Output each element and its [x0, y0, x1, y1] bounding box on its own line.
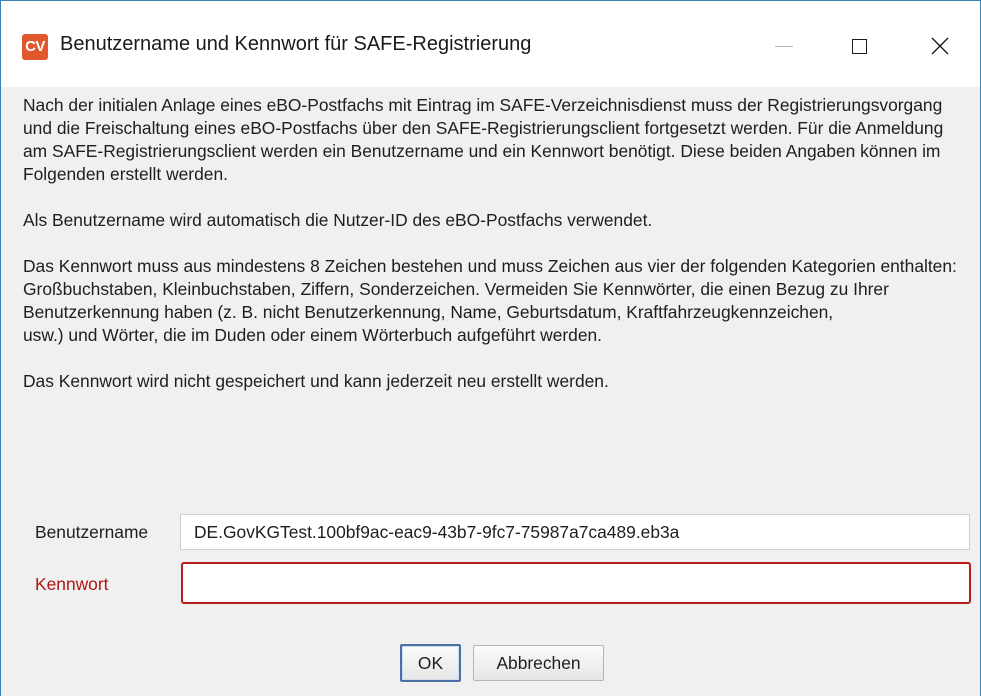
close-button[interactable]: [917, 23, 963, 69]
password-note-paragraph: Das Kennwort wird nicht gespeichert und …: [23, 371, 609, 391]
username-label: Benutzername: [35, 522, 149, 542]
password-rules-line2: usw.) und Wörter, die im Duden oder eine…: [23, 325, 603, 345]
dialog-window: CV Benutzername und Kennwort für SAFE-Re…: [0, 0, 981, 696]
maximize-icon: [851, 38, 867, 54]
maximize-button[interactable]: [836, 23, 882, 69]
password-label: Kennwort: [35, 574, 109, 594]
password-rules-line1: Das Kennwort muss aus mindestens 8 Zeich…: [23, 256, 957, 322]
app-logo-icon: CV: [22, 34, 48, 60]
window-title: Benutzername und Kennwort für SAFE-Regis…: [60, 33, 532, 55]
intro-paragraph: Nach der initialen Anlage eines eBO-Post…: [23, 95, 944, 184]
close-icon: [931, 37, 949, 55]
title-bar[interactable]: CV Benutzername und Kennwort für SAFE-Re…: [1, 1, 980, 87]
description-text: Nach der initialen Anlage eines eBO-Post…: [23, 94, 968, 393]
password-field[interactable]: [181, 562, 971, 604]
cancel-button[interactable]: Abbrechen: [473, 645, 604, 681]
password-rules-paragraph: Das Kennwort muss aus mindestens 8 Zeich…: [23, 255, 968, 347]
ok-button[interactable]: OK: [400, 644, 461, 682]
minimize-icon: [775, 45, 793, 47]
minimize-button[interactable]: [761, 23, 807, 69]
username-field[interactable]: [180, 514, 970, 550]
username-info-paragraph: Als Benutzername wird automatisch die Nu…: [23, 210, 653, 230]
